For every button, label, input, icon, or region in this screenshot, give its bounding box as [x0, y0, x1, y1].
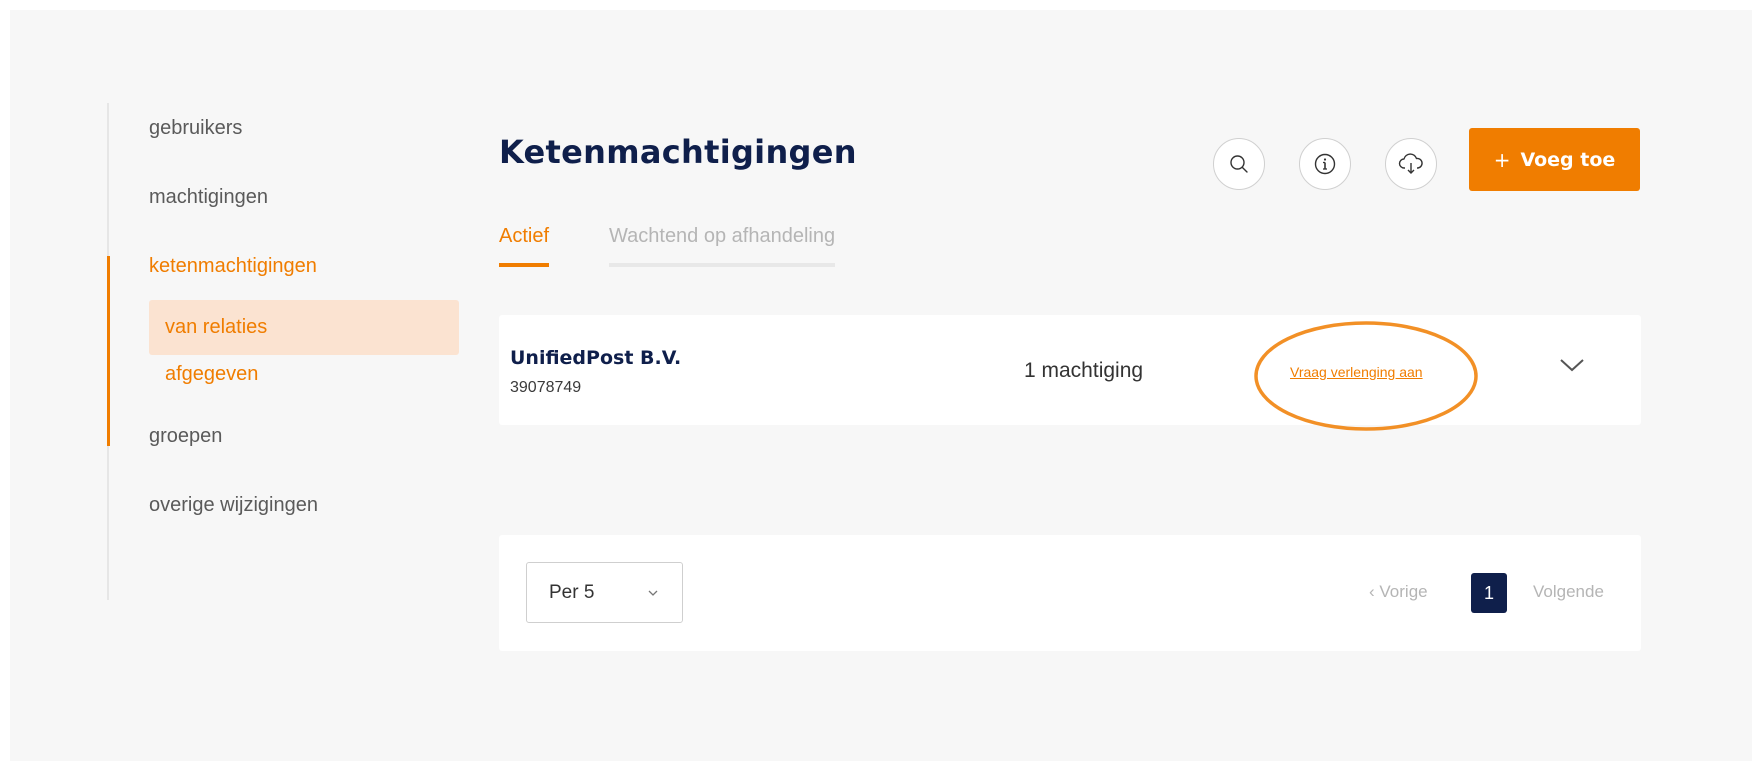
per-page-value: Per 5	[549, 581, 595, 603]
tab-wachtend[interactable]: Wachtend op afhandeling	[609, 225, 836, 267]
organization-name: UnifiedPost B.V.	[510, 347, 682, 369]
sidebar-item-gebruikers[interactable]: gebruikers	[149, 117, 242, 140]
search-button[interactable]	[1213, 138, 1265, 190]
add-button[interactable]: + Voeg toe	[1469, 128, 1640, 191]
per-page-select[interactable]: Per 5	[526, 562, 683, 623]
sidebar-active-indicator	[107, 256, 110, 446]
sidebar-item-machtigingen[interactable]: machtigingen	[149, 186, 268, 209]
chevron-down-icon[interactable]	[1557, 355, 1587, 375]
relation-card: UnifiedPost B.V. 39078749 1 machtiging V…	[499, 315, 1641, 431]
sidebar: gebruikers machtigingen ketenmachtiginge…	[107, 103, 469, 600]
previous-page-button[interactable]: ‹ Vorige	[1369, 582, 1428, 602]
sidebar-item-ketenmachtigingen[interactable]: ketenmachtigingen	[149, 255, 317, 278]
sidebar-subitem-afgegeven[interactable]: afgegeven	[149, 347, 459, 402]
next-page-button[interactable]: Volgende	[1533, 582, 1604, 602]
page-canvas: gebruikers machtigingen ketenmachtiginge…	[10, 10, 1752, 761]
page-number-current[interactable]: 1	[1471, 573, 1507, 613]
sidebar-item-overige-wijzigingen[interactable]: overige wijzigingen	[149, 494, 318, 517]
info-icon	[1314, 153, 1336, 175]
pagination-bar: Per 5 ‹ Vorige 1 Volgende	[499, 535, 1641, 651]
organization-number: 39078749	[510, 379, 582, 396]
chevron-left-icon: ‹	[1369, 582, 1375, 601]
info-button[interactable]	[1299, 138, 1351, 190]
plus-icon: +	[1493, 147, 1511, 172]
tab-actief[interactable]: Actief	[499, 225, 550, 267]
add-button-label: Voeg toe	[1520, 148, 1616, 171]
request-renewal-link[interactable]: Vraag verlenging aan	[1290, 364, 1423, 380]
chevron-down-icon	[648, 590, 658, 596]
previous-page-label: Vorige	[1379, 582, 1428, 601]
sidebar-item-groepen[interactable]: groepen	[149, 425, 222, 448]
cloud-download-icon	[1398, 153, 1423, 174]
page-title: Ketenmachtigingen	[499, 133, 857, 171]
download-button[interactable]	[1385, 138, 1437, 190]
search-icon	[1230, 155, 1248, 173]
authorization-count: 1 machtiging	[1024, 359, 1144, 382]
